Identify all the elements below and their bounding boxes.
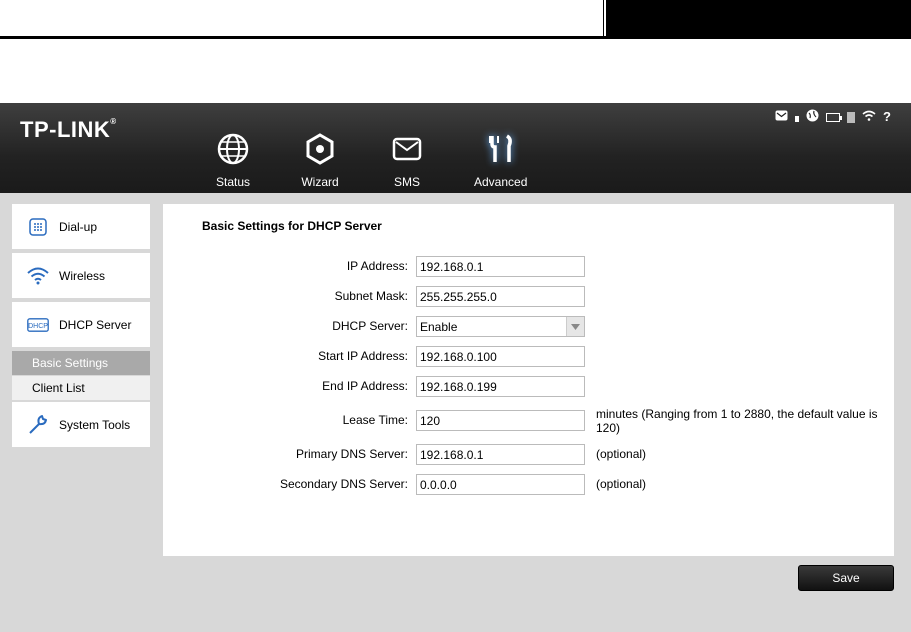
subnet-mask-label: Subnet Mask: bbox=[334, 289, 408, 303]
brand-logo: TP-LINK® bbox=[20, 117, 117, 142]
status-icons: ? bbox=[775, 109, 891, 125]
nav-sms[interactable]: SMS bbox=[387, 131, 427, 189]
secondary-dns-note: (optional) bbox=[596, 477, 647, 491]
tools-icon bbox=[481, 131, 521, 167]
dhcp-server-value: Enable bbox=[420, 320, 458, 334]
nav-advanced[interactable]: Advanced bbox=[474, 131, 527, 189]
sidebar-item-dhcp-server[interactable]: DHCP DHCP Server bbox=[12, 302, 150, 349]
sidebar: Dial-up Wireless DHCP DHCP Server Basic … bbox=[12, 204, 150, 451]
sd-card-icon bbox=[847, 111, 856, 123]
save-button[interactable]: Save bbox=[798, 565, 894, 591]
dhcp-icon: DHCP bbox=[27, 314, 49, 336]
signal-icon bbox=[795, 116, 800, 122]
lease-time-note: minutes (Ranging from 1 to 2880, the def… bbox=[596, 407, 878, 435]
end-ip-label: End IP Address: bbox=[322, 379, 408, 393]
sidebar-item-label: DHCP Server bbox=[59, 317, 132, 332]
top-bar: TP-LINK® ? Status Wizard SMS Advanced bbox=[0, 103, 911, 193]
lease-time-label: Lease Time: bbox=[342, 413, 408, 427]
globe-icon bbox=[213, 131, 253, 167]
sidebar-item-label: Dial-up bbox=[59, 219, 98, 234]
row-ip-address: IP Address: bbox=[163, 256, 894, 278]
dialup-icon bbox=[27, 216, 49, 238]
start-ip-label: Start IP Address: bbox=[318, 349, 408, 363]
primary-dns-input[interactable] bbox=[416, 444, 585, 465]
sidebar-item-system-tools[interactable]: System Tools bbox=[12, 402, 150, 449]
ip-address-input[interactable] bbox=[416, 256, 585, 277]
sidebar-item-dialup[interactable]: Dial-up bbox=[12, 204, 150, 251]
row-secondary-dns: Secondary DNS Server: (optional) bbox=[163, 474, 894, 496]
row-lease-time: Lease Time: minutes (Ranging from 1 to 2… bbox=[163, 407, 894, 435]
lease-time-input[interactable] bbox=[416, 410, 585, 431]
dhcp-server-label: DHCP Server: bbox=[332, 319, 408, 333]
sidebar-item-wireless[interactable]: Wireless bbox=[12, 253, 150, 300]
sidebar-item-label: System Tools bbox=[59, 417, 131, 432]
primary-dns-note: (optional) bbox=[596, 447, 647, 461]
wrench-icon bbox=[27, 414, 49, 436]
wizard-icon bbox=[300, 131, 340, 167]
row-primary-dns: Primary DNS Server: (optional) bbox=[163, 444, 894, 466]
primary-dns-label: Primary DNS Server: bbox=[295, 447, 408, 461]
header-black-block bbox=[606, 0, 911, 39]
battery-icon bbox=[826, 112, 843, 122]
sms-icon[interactable] bbox=[775, 110, 788, 124]
nav-wizard[interactable]: Wizard bbox=[300, 131, 340, 189]
page-title: Basic Settings for DHCP Server bbox=[202, 219, 382, 233]
help-icon[interactable]: ? bbox=[883, 110, 891, 124]
submenu-client-list[interactable]: Client List bbox=[12, 376, 150, 400]
wifi-icon bbox=[862, 110, 876, 124]
main-panel: Basic Settings for DHCP Server IP Addres… bbox=[163, 204, 894, 556]
row-end-ip: End IP Address: bbox=[163, 376, 894, 398]
subnet-mask-input[interactable] bbox=[416, 286, 585, 307]
internet-icon bbox=[806, 109, 819, 125]
row-subnet-mask: Subnet Mask: bbox=[163, 286, 894, 308]
router-web-ui: TP-LINK® ? Status Wizard SMS Advanced Di… bbox=[0, 103, 911, 632]
wifi-icon bbox=[27, 265, 49, 287]
header-divider bbox=[603, 0, 604, 39]
submenu-basic-settings[interactable]: Basic Settings bbox=[12, 351, 150, 375]
end-ip-input[interactable] bbox=[416, 376, 585, 397]
svg-text:DHCP: DHCP bbox=[28, 322, 48, 329]
envelope-icon bbox=[387, 131, 427, 167]
start-ip-input[interactable] bbox=[416, 346, 585, 367]
chevron-down-icon[interactable] bbox=[566, 317, 584, 336]
ip-address-label: IP Address: bbox=[346, 259, 408, 273]
dhcp-server-select[interactable]: Enable bbox=[416, 316, 585, 337]
secondary-dns-label: Secondary DNS Server: bbox=[279, 477, 408, 491]
document-header bbox=[0, 0, 911, 40]
row-dhcp-server: DHCP Server: Enable bbox=[163, 316, 894, 338]
row-start-ip: Start IP Address: bbox=[163, 346, 894, 368]
nav-status[interactable]: Status bbox=[213, 131, 253, 189]
secondary-dns-input[interactable] bbox=[416, 474, 585, 495]
sidebar-item-label: Wireless bbox=[59, 268, 106, 283]
